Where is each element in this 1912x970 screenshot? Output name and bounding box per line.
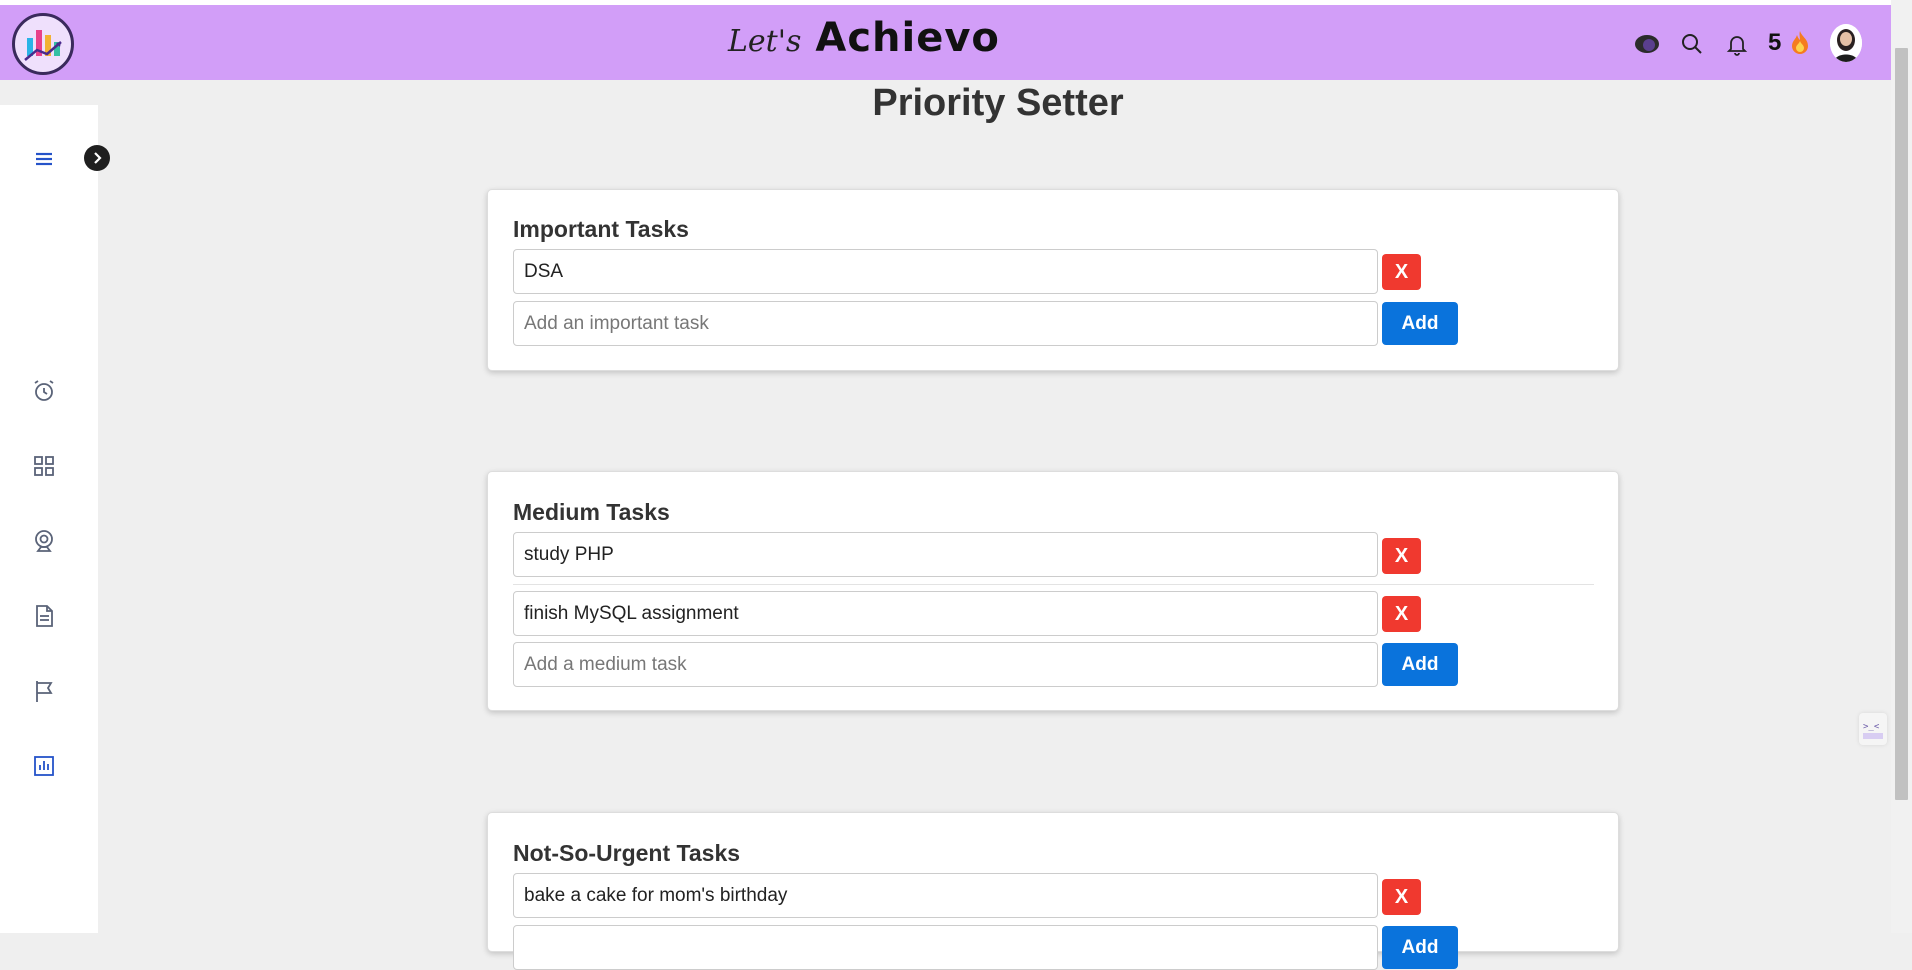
- document-icon[interactable]: [30, 602, 58, 630]
- add-task-button[interactable]: Add: [1382, 643, 1458, 686]
- avatar[interactable]: [1830, 24, 1862, 62]
- fire-icon: [1788, 29, 1814, 55]
- task-input[interactable]: [513, 591, 1378, 636]
- task-input[interactable]: [513, 532, 1378, 577]
- theme-toggle-icon[interactable]: [1634, 33, 1660, 59]
- new-not-so-urgent-task-input[interactable]: [513, 925, 1378, 970]
- logo-chart-icon[interactable]: [12, 13, 74, 75]
- brand-prefix: Let's: [728, 24, 802, 59]
- task-input[interactable]: [513, 249, 1378, 294]
- grid-icon[interactable]: [30, 452, 58, 480]
- medium-tasks-card: Medium Tasks X X Add: [487, 471, 1619, 711]
- scrollbar-thumb[interactable]: [1895, 48, 1908, 800]
- page-title: Priority Setter: [872, 82, 1124, 124]
- search-icon[interactable]: [1680, 32, 1706, 58]
- section-title: Medium Tasks: [513, 499, 670, 525]
- task-input[interactable]: [513, 873, 1378, 918]
- scrollbar[interactable]: [1891, 0, 1912, 933]
- brand-name: Achievo: [815, 15, 1000, 61]
- webcam-icon[interactable]: [30, 527, 58, 555]
- not-so-urgent-tasks-card: Not-So-Urgent Tasks X Add: [487, 812, 1619, 970]
- sidebar-expand-button[interactable]: [84, 145, 110, 171]
- streak-count: 5: [1768, 29, 1781, 57]
- section-title: Important Tasks: [513, 216, 689, 242]
- section-title: Not-So-Urgent Tasks: [513, 840, 741, 866]
- menu-icon[interactable]: [30, 145, 58, 173]
- svg-text:>_<: >_<: [1863, 722, 1880, 732]
- alarm-clock-icon[interactable]: [30, 377, 58, 405]
- streak-number: 5: [1768, 29, 1782, 56]
- task-divider: [513, 584, 1594, 585]
- add-task-button[interactable]: Add: [1382, 302, 1458, 345]
- new-medium-task-input[interactable]: [513, 642, 1378, 687]
- top-header: Let's Achievo 5: [0, 5, 1891, 80]
- delete-task-button[interactable]: X: [1382, 254, 1421, 290]
- flag-icon[interactable]: [30, 677, 58, 705]
- delete-task-button[interactable]: X: [1382, 538, 1421, 574]
- floating-widget-icon[interactable]: >_<: [1859, 713, 1887, 745]
- bell-icon[interactable]: [1725, 32, 1751, 58]
- important-tasks-card: Important Tasks X Add: [487, 189, 1619, 371]
- add-task-button[interactable]: Add: [1382, 926, 1458, 969]
- bar-chart-icon[interactable]: [30, 752, 58, 780]
- new-important-task-input[interactable]: [513, 301, 1378, 346]
- sidebar: [0, 105, 98, 933]
- delete-task-button[interactable]: X: [1382, 596, 1421, 632]
- brand-title: Let's Achievo: [728, 15, 1000, 65]
- delete-task-button[interactable]: X: [1382, 879, 1421, 915]
